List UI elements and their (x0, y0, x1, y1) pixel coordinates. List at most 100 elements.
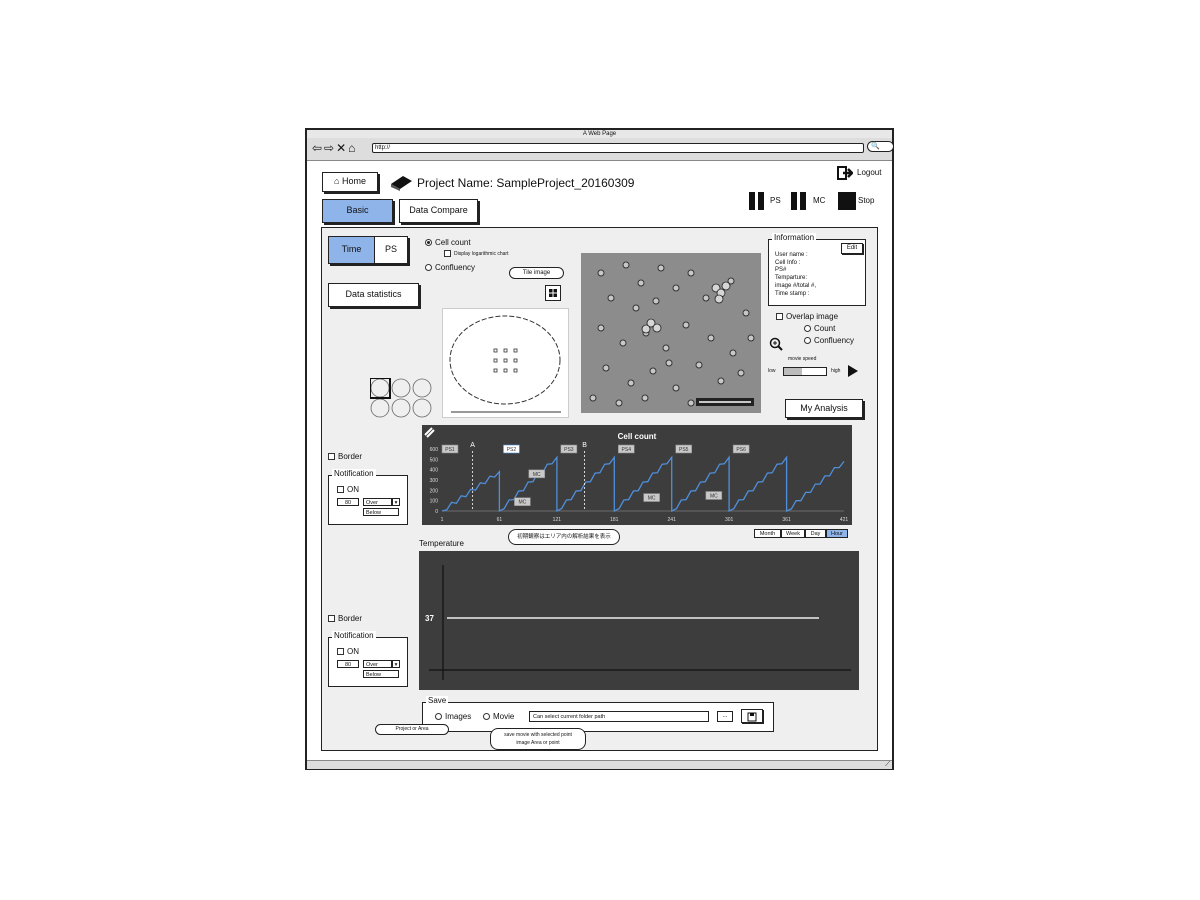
overlap-image-checkbox[interactable] (776, 313, 783, 321)
chart-tooltip: 初期観察はエリア内の解析結果を表示 (508, 529, 620, 545)
stop-button[interactable]: Stop (838, 192, 888, 210)
ps-marker-label: PS5 (679, 447, 689, 453)
save-images-label: Images (445, 712, 472, 721)
floppy-disk-icon (747, 712, 757, 722)
info-temperature: Temparture: (775, 275, 808, 282)
option-confluency[interactable]: Confluency (425, 263, 475, 272)
ps-marker-label: PS4 (622, 447, 632, 453)
well-map[interactable] (442, 308, 569, 418)
y-tick-label: 400 (430, 468, 439, 474)
cell-count-chart[interactable]: Cell count 600 500 400 300 200 100 0 1 61 121 181 2… (422, 425, 852, 525)
notification-value-2[interactable]: 80 (337, 660, 359, 668)
movie-speed-slider[interactable] (783, 367, 827, 376)
cell-count-radio[interactable] (425, 239, 432, 247)
notification-on-checkbox-1[interactable] (337, 486, 344, 494)
movie-tooltip-line-1: save movie with selected point (504, 732, 572, 738)
info-ps: PS# (775, 267, 787, 274)
save-path-input[interactable]: Can select current folder path (529, 711, 709, 722)
save-images-radio[interactable] (435, 713, 442, 721)
chevron-down-icon[interactable]: ▾ (392, 498, 400, 506)
overlay-confluency-radio[interactable] (804, 337, 811, 345)
pause-icon (749, 192, 755, 210)
chevron-down-icon[interactable]: ▾ (392, 660, 400, 668)
log-chart-label: Display logarithmic chart (454, 250, 509, 257)
my-analysis-button[interactable]: My Analysis (785, 399, 863, 418)
notification-option-below-1[interactable]: Below (363, 508, 399, 516)
browse-button[interactable]: ... (717, 711, 733, 722)
notification-option-below-2[interactable]: Below (363, 670, 399, 678)
mc-label: MC (533, 472, 541, 478)
save-movie-option[interactable]: Movie (483, 712, 514, 721)
confluency-radio[interactable] (425, 264, 432, 272)
logout-icon (837, 166, 853, 180)
save-movie-radio[interactable] (483, 713, 490, 721)
ps-marker-label: PS3 (564, 447, 574, 453)
tile-image-button[interactable] (545, 285, 561, 301)
time-button-hour[interactable]: Hour (826, 529, 848, 538)
notification-on-1[interactable]: ON (337, 485, 359, 494)
movie-tooltip-line-2: image Area or point (516, 740, 560, 746)
save-box: Save Images Movie Can select current fol… (422, 696, 774, 732)
toggle-ps[interactable]: PS (374, 236, 408, 264)
option-log-chart[interactable]: Display logarithmic chart (444, 250, 508, 257)
temperature-title: Temperature (419, 539, 464, 548)
browser-window: A Web Page ⇦⇨✕⌂ http:// 🔍 ⌂ Home Project… (305, 128, 894, 770)
edit-button[interactable]: Edit (841, 243, 863, 254)
toggle-time[interactable]: Time (328, 236, 375, 264)
border-checkbox-2[interactable] (328, 615, 335, 623)
pencil-icon[interactable] (424, 427, 435, 438)
info-cell-info: Cell Info : (775, 259, 801, 266)
ps-button[interactable]: PS (749, 192, 789, 210)
border-option-2[interactable]: Border (328, 614, 362, 623)
overlay-count-label: Count (814, 324, 836, 333)
notification-select-1[interactable]: Over (363, 498, 392, 506)
temperature-chart[interactable]: 37 (419, 551, 859, 690)
border-checkbox-1[interactable] (328, 453, 335, 461)
x-tick-label: 1 (441, 517, 444, 523)
information-box: Information Edit User name : Cell Info :… (768, 233, 866, 306)
log-chart-checkbox[interactable] (444, 250, 451, 257)
notification-box-1: Notification ON 80 Over ▾ Below (328, 469, 408, 525)
plate-selector[interactable] (369, 377, 434, 418)
y-tick-label: 200 (430, 488, 439, 494)
book-icon (391, 176, 412, 191)
information-lines: User name : Cell Info : PS# Temparture: … (775, 252, 816, 298)
zoom-in-icon[interactable] (769, 337, 783, 351)
mc-label: MC (710, 494, 718, 500)
time-button-month[interactable]: Month (754, 529, 781, 538)
overlap-image-option[interactable]: Overlap image (776, 312, 838, 321)
option-cell-count[interactable]: Cell count (425, 238, 471, 247)
overlay-confluency-option[interactable]: Confluency (804, 336, 854, 345)
mc-label: MC (648, 496, 656, 502)
notification-on-checkbox-2[interactable] (337, 648, 344, 656)
home-button[interactable]: ⌂ Home (322, 172, 378, 192)
play-icon[interactable] (847, 364, 859, 378)
notification-legend-2: Notification (332, 631, 376, 640)
microscope-image[interactable] (581, 253, 761, 413)
ps-marker-label: PS2 (507, 447, 517, 453)
search-icon[interactable]: 🔍 (867, 141, 894, 152)
mc-button[interactable]: MC (791, 192, 831, 210)
logout-button[interactable]: Logout (837, 166, 892, 180)
notification-value-1[interactable]: 80 (337, 498, 359, 506)
tile-image-tooltip: Tile image (509, 267, 564, 279)
home-icon: ⌂ (334, 176, 340, 186)
cell-count-svg: Cell count 600 500 400 300 200 100 01 61 121 181 2… (424, 427, 848, 523)
data-statistics-button[interactable]: Data statistics (328, 283, 419, 307)
overlay-count-option[interactable]: Count (804, 324, 835, 333)
url-input[interactable]: http:// (372, 143, 864, 153)
notification-on-2[interactable]: ON (337, 647, 359, 656)
tab-data-compare[interactable]: Data Compare (399, 199, 478, 223)
resize-grip-icon[interactable]: ⟋ (885, 761, 890, 769)
save-button[interactable] (741, 709, 763, 723)
border-option-1[interactable]: Border (328, 452, 362, 461)
time-button-day[interactable]: Day (805, 529, 826, 538)
notification-select-2[interactable]: Over (363, 660, 392, 668)
time-button-week[interactable]: Week (781, 529, 805, 538)
info-user-name: User name : (775, 252, 808, 258)
save-images-option[interactable]: Images (435, 712, 471, 721)
overlay-count-radio[interactable] (804, 325, 811, 333)
status-bar: ⟋ (307, 760, 892, 769)
tab-basic[interactable]: Basic (322, 199, 393, 223)
browser-nav-icons[interactable]: ⇦⇨✕⌂ (312, 141, 357, 155)
